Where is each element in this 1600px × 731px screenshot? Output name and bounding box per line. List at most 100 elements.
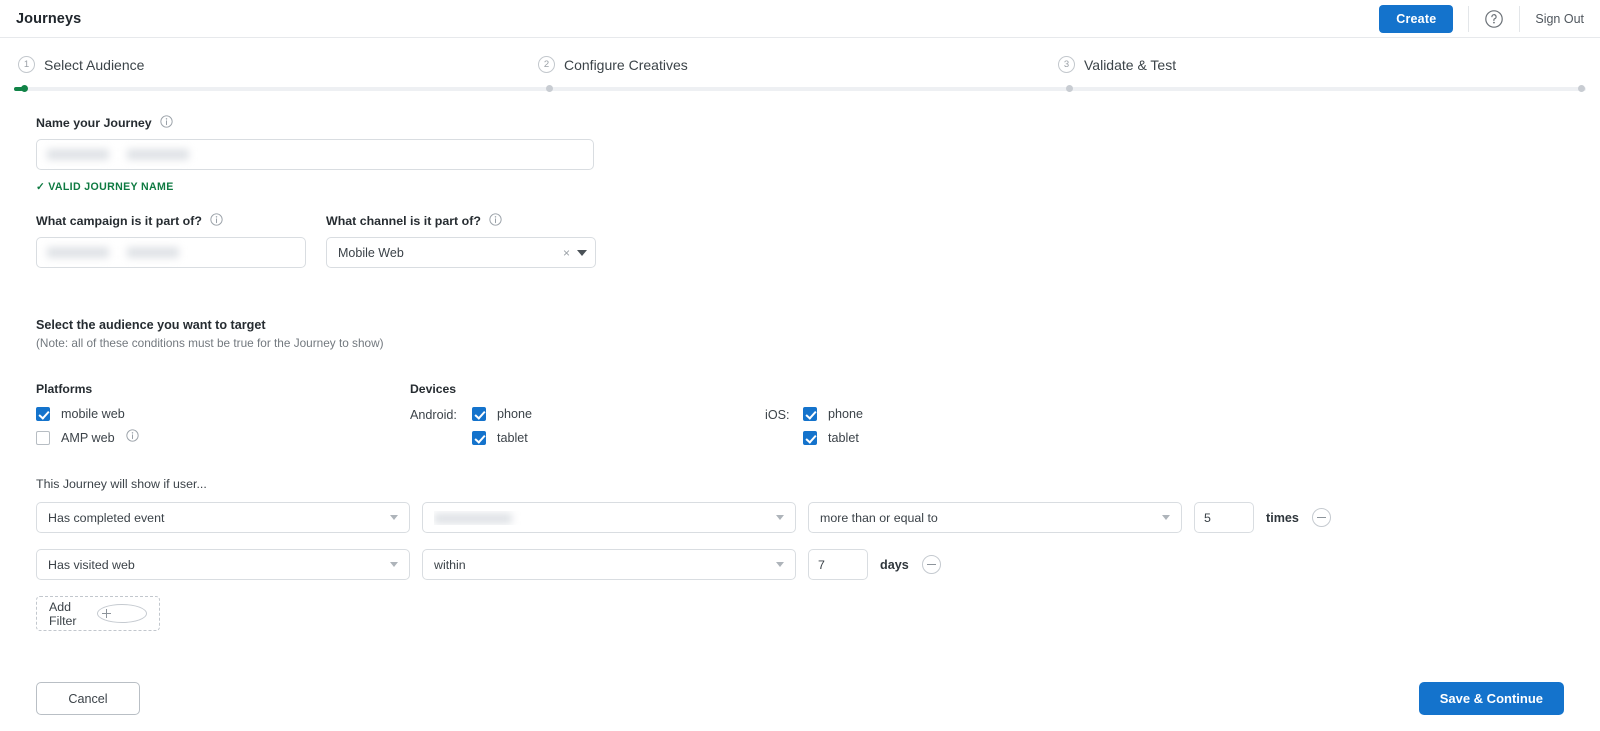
redacted-text	[47, 149, 109, 160]
checkbox-amp-web[interactable]	[36, 431, 50, 445]
step-number: 2	[538, 56, 555, 73]
info-icon[interactable]	[126, 429, 139, 447]
android-tablet-row[interactable]: tablet	[472, 428, 532, 448]
filter-unit-2: days	[880, 557, 909, 572]
channel-label: What channel is it part of?	[326, 213, 596, 229]
filter-condition-select-2[interactable]: Has visited web	[36, 549, 410, 580]
journey-name-validation: ✓ VALID JOURNEY NAME	[36, 181, 1564, 193]
checkbox-mobile-web[interactable]	[36, 407, 50, 421]
chevron-down-icon[interactable]	[776, 562, 784, 567]
android-label: Android:	[410, 408, 457, 422]
checkbox-ios-tablet[interactable]	[803, 431, 818, 445]
checkbox-android-phone[interactable]	[472, 407, 486, 421]
platform-label: AMP web	[61, 431, 115, 445]
journey-name-label: Name your Journey	[36, 115, 1564, 131]
android-checkbox-list: phone tablet	[472, 404, 532, 452]
minus-circle-icon[interactable]	[1311, 508, 1331, 527]
platform-mobile-web[interactable]: mobile web	[36, 404, 410, 424]
filter-condition-select-1[interactable]: Has completed event	[36, 502, 410, 533]
redacted-text	[127, 247, 179, 258]
step-number: 1	[18, 56, 35, 73]
filter-number-input-1[interactable]: 5	[1194, 502, 1254, 533]
filter-condition-value: Has completed event	[48, 510, 165, 525]
platform-label: mobile web	[61, 407, 125, 421]
android-phone-row[interactable]: phone	[472, 404, 532, 424]
checkbox-ios-phone[interactable]	[803, 407, 818, 421]
app-title: Journeys	[16, 10, 82, 27]
filter-unit-1: times	[1266, 510, 1299, 525]
redacted-text	[127, 149, 189, 160]
filter-operator-select-2[interactable]: within	[422, 549, 796, 580]
step-label: Validate & Test	[1084, 56, 1177, 73]
journey-name-label-text: Name your Journey	[36, 116, 152, 130]
devices-group: Devices Android: phone tablet iOS: phone…	[410, 382, 1564, 452]
checkbox-android-tablet[interactable]	[472, 431, 486, 445]
audience-section: Select the audience you want to target (…	[36, 318, 1564, 452]
toolbar-divider-2	[1519, 5, 1521, 32]
toolbar-divider-1	[1468, 5, 1470, 32]
step-number: 3	[1058, 56, 1075, 73]
ios-devices: iOS: phone tablet	[765, 404, 863, 452]
platforms-group: Platforms mobile web AMP web	[36, 382, 410, 452]
campaign-input[interactable]	[36, 237, 306, 268]
sign-out-button[interactable]: Sign Out	[1535, 12, 1584, 26]
filter-operator-select-1[interactable]: more than or equal to	[808, 502, 1182, 533]
check-icon: ✓	[36, 181, 46, 193]
info-icon[interactable]	[160, 115, 173, 131]
campaign-label: What campaign is it part of?	[36, 213, 306, 229]
minus-circle-icon[interactable]	[921, 555, 941, 574]
help-icon[interactable]	[1484, 9, 1504, 29]
android-devices: Android: phone tablet	[410, 404, 532, 452]
filter-number-input-2[interactable]: 7	[808, 549, 868, 580]
journey-name-field: Name your Journey ✓ VALID JOURNEY NAME	[36, 115, 1564, 193]
chevron-down-icon[interactable]	[390, 562, 398, 567]
add-filter-button[interactable]: Add Filter	[36, 596, 160, 631]
chevron-down-icon[interactable]	[390, 515, 398, 520]
device-label: tablet	[497, 431, 528, 445]
channel-field: What channel is it part of? Mobile Web ×	[326, 213, 596, 268]
platform-amp-web[interactable]: AMP web	[36, 428, 410, 448]
journey-name-input[interactable]	[36, 139, 594, 170]
chevron-down-icon[interactable]	[776, 515, 784, 520]
progress-dot-step-1	[21, 85, 28, 92]
filters-title: This Journey will show if user...	[36, 477, 207, 491]
step-configure-creatives[interactable]: 2 Configure Creatives	[538, 56, 1058, 73]
device-label: phone	[497, 407, 533, 421]
top-bar-actions: Create Sign Out	[1379, 0, 1584, 37]
device-label: phone	[828, 407, 864, 421]
redacted-text	[47, 247, 109, 258]
audience-title: Select the audience you want to target	[36, 318, 266, 332]
channel-selected-value: Mobile Web	[338, 245, 404, 260]
info-icon[interactable]	[489, 213, 502, 229]
info-icon[interactable]	[210, 213, 223, 229]
step-select-audience[interactable]: 1 Select Audience	[18, 56, 538, 73]
ios-phone-row[interactable]: phone	[803, 404, 863, 424]
add-filter-label: Add Filter	[49, 599, 77, 628]
stepper-steps: 1 Select Audience 2 Configure Creatives …	[0, 56, 1600, 73]
redacted-text	[434, 512, 512, 524]
devices-heading: Devices	[410, 382, 457, 396]
filter-row: Has completed event more than or equal t…	[36, 502, 1564, 533]
cancel-button[interactable]: Cancel	[36, 682, 140, 715]
ios-tablet-row[interactable]: tablet	[803, 428, 863, 448]
audience-note: (Note: all of these conditions must be t…	[36, 336, 384, 350]
plus-circle-icon[interactable]	[97, 604, 147, 623]
footer-actions: Cancel Save & Continue	[0, 682, 1600, 715]
top-bar: Journeys Create Sign Out	[0, 0, 1600, 38]
stepper: 1 Select Audience 2 Configure Creatives …	[0, 38, 1600, 93]
filter-attribute-select-1[interactable]	[422, 502, 796, 533]
chevron-down-icon[interactable]	[1162, 515, 1170, 520]
create-button[interactable]: Create	[1379, 4, 1454, 33]
clear-icon[interactable]: ×	[559, 247, 577, 259]
chevron-down-icon[interactable]	[577, 249, 587, 256]
progress-dot-step-2	[546, 85, 553, 92]
step-validate-test[interactable]: 3 Validate & Test	[1058, 56, 1176, 73]
channel-label-text: What channel is it part of?	[326, 214, 481, 228]
save-continue-button[interactable]: Save & Continue	[1418, 682, 1564, 715]
campaign-channel-row: What campaign is it part of? What channe…	[36, 213, 1564, 268]
channel-select[interactable]: Mobile Web ×	[326, 237, 596, 268]
step-label: Configure Creatives	[564, 56, 688, 73]
filter-condition-value: Has visited web	[48, 557, 135, 572]
filter-number-value: 7	[818, 557, 825, 572]
platforms-heading: Platforms	[36, 382, 93, 396]
